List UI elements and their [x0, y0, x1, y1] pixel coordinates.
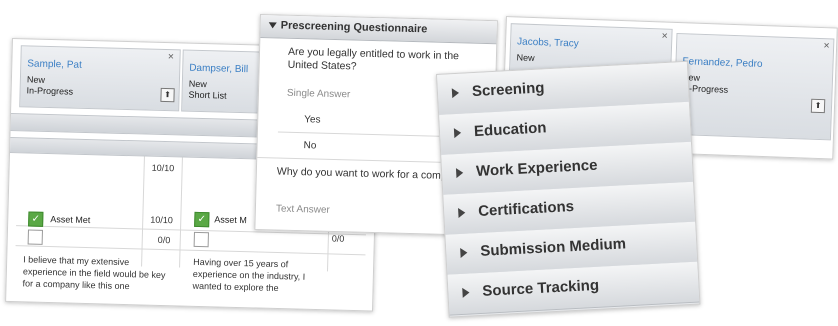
pin-icon[interactable]: ⬆ [810, 98, 826, 114]
checkbox-unchecked[interactable] [193, 231, 209, 248]
accordion-label: Work Experience [475, 156, 598, 181]
candidate-status: New [516, 52, 535, 64]
candidate-status: New [188, 78, 208, 90]
checkbox-checked[interactable]: ✓ [194, 211, 210, 228]
accordion-label: Screening [471, 79, 545, 101]
score-value: 0/0 [331, 233, 345, 244]
close-icon[interactable]: ✕ [167, 52, 174, 61]
close-icon[interactable]: ✕ [823, 41, 830, 50]
expand-arrow-icon [451, 87, 460, 99]
checkbox-unchecked[interactable] [27, 229, 43, 245]
section-accordion: Screening Education Work Experience Cert… [436, 60, 701, 318]
candidate-card[interactable]: Sample, Pat New In-Progress ✕ ⬆ [19, 45, 181, 112]
questionnaire-title: Prescreening Questionnaire [280, 19, 428, 36]
question-type: Text Answer [275, 203, 330, 216]
expand-arrow-icon [455, 167, 464, 179]
close-icon[interactable]: ✕ [661, 31, 668, 40]
pin-icon[interactable]: ⬆ [160, 87, 175, 103]
candidate-name[interactable]: Jacobs, Tracy [517, 36, 579, 49]
candidate-stage: In-Progress [26, 85, 74, 97]
answer-option[interactable]: No [303, 140, 316, 151]
candidate-name[interactable]: Dampser, Bill [189, 63, 248, 76]
expand-arrow-icon [458, 207, 466, 219]
questionnaire-header[interactable]: Prescreening Questionnaire [260, 15, 497, 45]
accordion-label: Source Tracking [481, 276, 600, 300]
score-value: 0/0 [157, 234, 171, 246]
score-value: 10/10 [151, 162, 175, 174]
answer-text: Having over 15 years of experience on th… [192, 256, 306, 294]
expand-arrow-icon [453, 127, 462, 139]
candidate-status: New [26, 74, 46, 85]
candidate-name[interactable]: Fernandez, Pedro [682, 56, 762, 70]
checkbox-label: Asset M [214, 214, 247, 226]
candidate-card[interactable]: Fernandez, Pedro New In-Progress ✕ ⬆ [672, 32, 835, 141]
checkbox-label: Asset Met [50, 214, 91, 226]
expand-arrow-icon [460, 247, 468, 258]
expand-arrow-icon [462, 287, 470, 298]
answer-text: I believe that my extensive experience i… [22, 254, 166, 292]
column-divider [141, 156, 145, 267]
column-divider [179, 157, 183, 268]
score-value: 10/10 [150, 214, 173, 226]
accordion-label: Education [473, 119, 547, 141]
answer-option[interactable]: Yes [304, 114, 321, 125]
candidate-stage: Short List [188, 89, 227, 101]
accordion-label: Certifications [477, 197, 575, 220]
checkbox-checked[interactable]: ✓ [28, 211, 44, 227]
question-type: Single Answer [286, 87, 351, 101]
candidate-name[interactable]: Sample, Pat [27, 58, 82, 70]
question-text: Are you legally entitled to work in the … [287, 45, 460, 73]
accordion-label: Submission Medium [479, 235, 627, 260]
collapse-icon[interactable] [268, 22, 277, 29]
